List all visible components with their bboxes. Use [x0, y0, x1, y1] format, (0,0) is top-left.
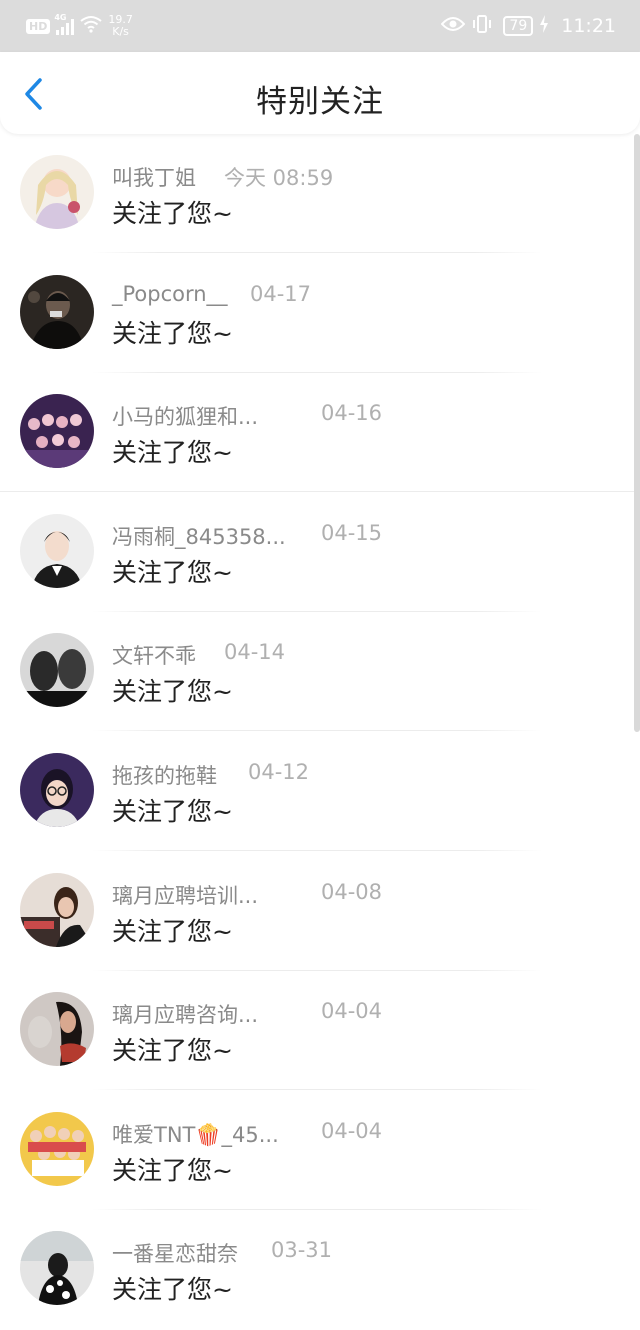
timestamp: 04-12 [248, 759, 310, 784]
eye-icon [441, 15, 466, 37]
list-item[interactable]: _Popcorn__ 04-17 关注了您~ [0, 254, 640, 374]
message-text: 关注了您~ [112, 438, 233, 468]
avatar[interactable] [20, 155, 94, 229]
timestamp: 04-17 [250, 281, 312, 306]
user-name[interactable]: 冯雨桐_845358... [112, 521, 286, 551]
message-text: 关注了您~ [112, 199, 233, 228]
avatar[interactable] [20, 394, 94, 469]
user-name[interactable]: _Popcorn__ [112, 282, 228, 306]
timestamp: 03-31 [271, 1238, 333, 1263]
battery-indicator: 79 [503, 16, 534, 36]
avatar[interactable] [20, 752, 94, 827]
timestamp: 04-15 [321, 520, 383, 545]
vibrate-icon [471, 14, 493, 39]
list-item[interactable]: 唯爱TNT🍿_45... 04-04 关注了您~ [0, 1091, 640, 1211]
app-header: 特别关注 [0, 52, 640, 134]
status-bar: HD 4G 19.7 K/s 79 11:21 [0, 0, 640, 52]
user-name[interactable]: 一番星恋甜奈 [112, 1238, 238, 1268]
user-name[interactable]: 璃月应聘咨询... [112, 999, 258, 1029]
page-title: 特别关注 [256, 84, 384, 120]
user-name[interactable]: 唯爱TNT🍿_45... [112, 1119, 279, 1149]
list-item[interactable]: 叫我丁姐 今天 08:59 关注了您~ [0, 134, 640, 254]
timestamp: 04-04 [321, 1118, 383, 1143]
list-item[interactable]: 璃月应聘培训... 04-08 关注了您~ [0, 852, 640, 972]
clock-time: 11:21 [561, 15, 616, 37]
speed-unit: K/s [112, 25, 129, 38]
message-text: 关注了您~ [112, 916, 233, 946]
list-item[interactable]: 璃月应聘咨询... 04-04 关注了您~ [0, 971, 640, 1091]
network-speed: 19.7 K/s [108, 14, 133, 38]
message-text: 关注了您~ [112, 677, 233, 707]
timestamp: 04-08 [321, 879, 383, 904]
charging-icon [539, 14, 549, 38]
list-item[interactable]: 拖孩的拖鞋 04-12 关注了您~ [0, 732, 640, 852]
network-type: 4G [54, 13, 67, 22]
status-bar-right: 79 11:21 [441, 14, 616, 39]
user-name[interactable]: 小马的狐狸和... [112, 401, 258, 431]
avatar[interactable] [20, 513, 94, 588]
user-name[interactable]: 璃月应聘培训... [112, 880, 258, 910]
user-name[interactable]: 文轩不乖 [112, 640, 196, 670]
user-name[interactable]: 拖孩的拖鞋 [112, 760, 217, 790]
message-text: 关注了您~ [112, 796, 233, 826]
avatar[interactable] [20, 1231, 94, 1306]
avatar[interactable] [20, 1111, 94, 1186]
notification-list: 叫我丁姐 今天 08:59 关注了您~ _Popcorn__ 04-17 关注了… [0, 134, 640, 1330]
avatar[interactable] [20, 872, 94, 947]
signal-icon: 4G [54, 13, 75, 35]
list-item[interactable]: 小马的狐狸和... 04-16 关注了您~ [0, 373, 640, 493]
wifi-icon [80, 15, 102, 38]
hd-badge: HD [26, 18, 51, 34]
status-bar-left: HD 4G 19.7 K/s [26, 13, 133, 38]
user-name[interactable]: 叫我丁姐 [112, 162, 196, 192]
timestamp: 今天 08:59 [224, 166, 334, 190]
message-text: 关注了您~ [112, 318, 233, 348]
avatar[interactable] [20, 633, 94, 708]
list-item[interactable]: 文轩不乖 04-14 关注了您~ [0, 612, 640, 732]
timestamp: 04-16 [321, 401, 383, 426]
message-text: 关注了您~ [112, 557, 233, 587]
message-text: 关注了您~ [112, 1155, 233, 1185]
list-item[interactable]: 一番星恋甜奈 03-31 关注了您~ [0, 1210, 640, 1330]
avatar[interactable] [20, 992, 94, 1067]
message-text: 关注了您~ [112, 1036, 233, 1066]
message-text: 关注了您~ [112, 1275, 233, 1305]
avatar[interactable] [20, 274, 94, 349]
scrollbar[interactable] [634, 134, 640, 732]
list-item[interactable]: 冯雨桐_845358... 04-15 关注了您~ [0, 493, 640, 613]
timestamp: 04-04 [321, 999, 383, 1024]
timestamp: 04-14 [224, 640, 286, 665]
